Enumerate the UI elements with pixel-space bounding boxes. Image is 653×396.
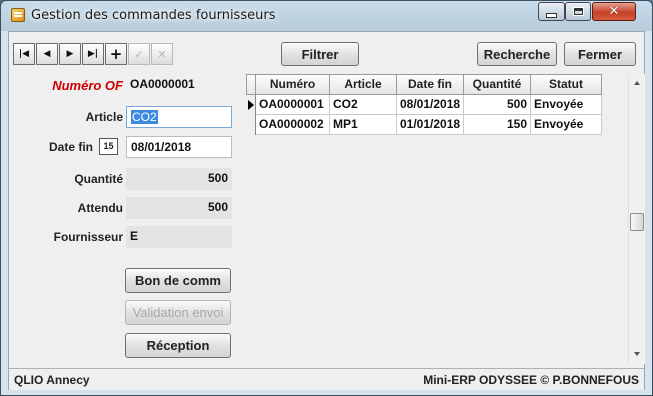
bon-de-commande-button[interactable]: Bon de comm	[125, 268, 231, 293]
numero-of-label: Numéro OF	[52, 78, 123, 93]
scroll-thumb[interactable]	[630, 213, 644, 231]
column-header-numero[interactable]: Numéro	[256, 74, 330, 95]
table-cell-statut[interactable]: Envoyée	[531, 95, 602, 115]
last-record-button[interactable]: ▶|	[82, 43, 104, 65]
search-button[interactable]: Recherche	[477, 42, 557, 66]
status-bar: QLIO Annecy Mini-ERP ODYSSEE © P.BONNEFO…	[9, 368, 644, 390]
vertical-scrollbar[interactable]	[628, 74, 645, 364]
current-row-indicator[interactable]	[246, 95, 256, 115]
add-record-icon: +	[109, 45, 123, 63]
column-header-date-fin[interactable]: Date fin	[397, 74, 464, 95]
maximize-icon	[572, 7, 584, 16]
numero-of-value: OA0000001	[126, 74, 232, 96]
previous-record-icon: ◀	[43, 49, 51, 59]
next-record-icon: ▶	[66, 49, 74, 59]
close-button[interactable]: Fermer	[564, 42, 636, 66]
validation-envoi-button[interactable]: Validation envoi	[125, 300, 231, 325]
table-cell-quantite[interactable]: 500	[464, 95, 531, 115]
app-icon	[11, 8, 25, 22]
quantite-field: 500	[126, 168, 232, 190]
reception-button[interactable]: Réception	[125, 333, 231, 358]
client-area: |◀ ◀ ▶ ▶| + ✓ ✕ Filtrer Recherche Fermer…	[8, 31, 645, 390]
first-record-button[interactable]: |◀	[13, 43, 35, 65]
first-record-icon: |◀	[18, 49, 30, 59]
article-field[interactable]: CO2	[126, 106, 232, 128]
row-indicator[interactable]	[246, 115, 256, 135]
calendar-button[interactable]: 15	[99, 138, 118, 155]
calendar-icon: 15	[103, 141, 114, 151]
table-cell-quantite[interactable]: 150	[464, 115, 531, 135]
scroll-down-button[interactable]	[629, 346, 645, 362]
window-title: Gestion des commandes fournisseurs	[31, 8, 276, 23]
column-header-quantite[interactable]: Quantité	[464, 74, 531, 95]
table-cell-date-fin[interactable]: 01/01/2018	[397, 115, 464, 135]
validate-record-button[interactable]: ✓	[128, 43, 150, 65]
table-cell-article[interactable]: CO2	[330, 95, 397, 115]
article-label: Article	[85, 110, 123, 124]
table-cell-numero[interactable]: OA0000001	[256, 95, 330, 115]
grid-corner	[246, 74, 256, 95]
column-header-article[interactable]: Article	[330, 74, 397, 95]
attendu-field: 500	[126, 197, 232, 219]
scroll-up-button[interactable]	[629, 75, 645, 91]
validate-record-icon: ✓	[134, 47, 144, 61]
status-right-text: Mini-ERP ODYSSEE © P.BONNEFOUS	[423, 373, 639, 387]
last-record-icon: ▶|	[87, 49, 99, 59]
minimize-button[interactable]	[538, 2, 565, 21]
table-cell-numero[interactable]: OA0000002	[256, 115, 330, 135]
next-record-button[interactable]: ▶	[59, 43, 81, 65]
minimize-icon	[546, 12, 557, 18]
attendu-label: Attendu	[77, 201, 123, 215]
fournisseur-label: Fournisseur	[53, 230, 123, 244]
scroll-up-icon	[634, 81, 640, 85]
date-fin-label: Date fin	[48, 140, 93, 154]
status-left-text: QLIO Annecy	[14, 373, 90, 387]
scroll-down-icon	[634, 352, 640, 356]
maximize-button[interactable]	[565, 2, 591, 21]
quantite-label: Quantité	[74, 172, 123, 186]
close-window-button[interactable]: ✕	[592, 2, 636, 21]
table-cell-date-fin[interactable]: 08/01/2018	[397, 95, 464, 115]
add-record-button[interactable]: +	[105, 43, 127, 65]
previous-record-button[interactable]: ◀	[36, 43, 58, 65]
article-value: CO2	[131, 110, 158, 124]
column-header-statut[interactable]: Statut	[531, 74, 602, 95]
cancel-record-button[interactable]: ✕	[151, 43, 173, 65]
app-window: Gestion des commandes fournisseurs ✕ |◀ …	[0, 0, 653, 396]
close-icon: ✕	[608, 4, 620, 19]
orders-grid[interactable]: Numéro Article Date fin Quantité Statut …	[246, 74, 628, 364]
date-fin-field[interactable]: 08/01/2018	[126, 136, 232, 158]
title-bar[interactable]: Gestion des commandes fournisseurs ✕	[1, 1, 652, 31]
filter-button[interactable]: Filtrer	[281, 42, 359, 66]
table-cell-article[interactable]: MP1	[330, 115, 397, 135]
current-row-arrow-icon	[248, 100, 254, 110]
cancel-record-icon: ✕	[157, 47, 167, 61]
fournisseur-field: E	[126, 226, 232, 248]
table-cell-statut[interactable]: Envoyée	[531, 115, 602, 135]
